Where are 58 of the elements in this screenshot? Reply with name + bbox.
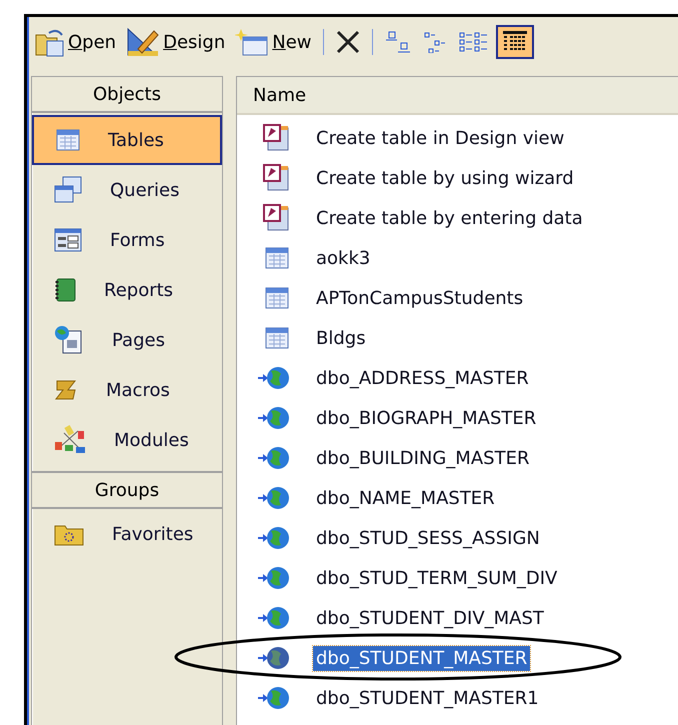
table-icon: [56, 129, 80, 151]
linked-globe-icon: [257, 405, 289, 431]
object-list-item[interactable]: Create table by entering data: [313, 206, 586, 230]
object-list-item[interactable]: aokk3: [313, 246, 374, 270]
object-list-item[interactable]: dbo_ADDRESS_MASTER: [313, 366, 532, 390]
scroll-icon: [54, 379, 78, 401]
web-page-icon: [54, 325, 84, 355]
wizard-icon: [263, 164, 289, 192]
object-list-item[interactable]: dbo_BIOGRAPH_MASTER: [313, 406, 540, 430]
linked-globe-icon: [257, 525, 289, 551]
object-list-item[interactable]: Create table by using wizard: [313, 166, 577, 190]
object-list-item[interactable]: dbo_NAME_MASTER: [313, 486, 498, 510]
new-button[interactable]: New: [233, 26, 314, 58]
object-list-item[interactable]: Create table in Design view: [313, 126, 568, 150]
object-list-item[interactable]: dbo_STUD_SESS_ASSIGN: [313, 526, 543, 550]
ruler-pencil-icon: [126, 27, 160, 57]
objects-header: Objects: [32, 77, 222, 113]
folder-icon: [35, 27, 65, 57]
list-view-icon: [458, 31, 489, 53]
table-icon: [265, 287, 289, 309]
new-table-icon: [235, 28, 270, 56]
linked-globe-icon: [257, 485, 289, 511]
object-list-item[interactable]: dbo_STUD_TERM_SUM_DIV: [313, 566, 560, 590]
objects-bar-item[interactable]: Pages: [32, 315, 222, 365]
objects-bar-item[interactable]: Queries: [32, 165, 222, 215]
form-icon: [54, 228, 82, 252]
table-icon: [265, 327, 289, 349]
open-button[interactable]: Open: [33, 25, 118, 59]
object-list-item[interactable]: dbo_STUDENT_DIV_MAST: [313, 606, 547, 630]
design-button[interactable]: Design: [124, 25, 228, 59]
object-list-item[interactable]: APTonCampusStudents: [313, 286, 526, 310]
linked-globe-icon: [257, 605, 289, 631]
notebook-icon: [54, 278, 76, 302]
close-icon: [334, 29, 361, 55]
linked-globe-icon: [257, 685, 289, 711]
objects-bar-item[interactable]: Favorites: [32, 509, 222, 559]
object-list-item[interactable]: dbo_STUDENT_MASTER1: [313, 686, 542, 710]
wizard-icon: [263, 204, 289, 232]
wizard-icon: [263, 124, 289, 152]
objects-bar-item[interactable]: Forms: [32, 215, 222, 265]
objects-bar-item[interactable]: Reports: [32, 265, 222, 315]
linked-globe-icon: [257, 445, 289, 471]
linked-globe-icon: [257, 565, 289, 591]
view-button[interactable]: [496, 25, 534, 59]
name-column-header[interactable]: Name: [237, 77, 678, 115]
objects-bar-item[interactable]: Tables: [32, 115, 222, 165]
table-icon: [265, 247, 289, 269]
linked-globe-icon: [257, 645, 289, 671]
stacked-windows-icon: [54, 176, 82, 204]
linked-globe-icon: [257, 365, 289, 391]
object-list-item[interactable]: dbo_STUDENT_MASTER: [313, 646, 530, 670]
large-icons-view-icon: [384, 31, 411, 53]
object-list-item[interactable]: dbo_BUILDING_MASTER: [313, 446, 532, 470]
module-icon: [54, 425, 86, 455]
objects-bar-item[interactable]: Modules: [32, 415, 222, 465]
object-list-item[interactable]: Bldgs: [313, 326, 369, 350]
objects-bar-item[interactable]: Macros: [32, 365, 222, 415]
groups-header: Groups: [32, 471, 222, 509]
